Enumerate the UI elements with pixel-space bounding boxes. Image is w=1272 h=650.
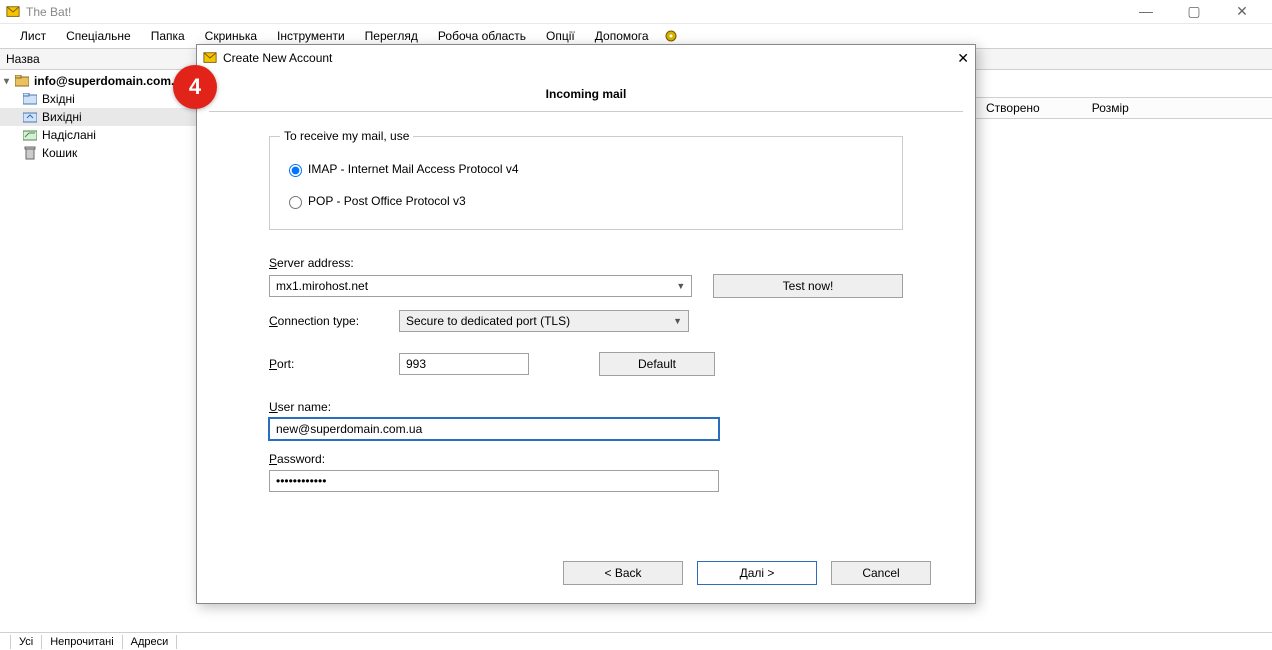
sent-icon — [22, 129, 38, 141]
menu-view[interactable]: Перегляд — [355, 26, 428, 46]
create-account-dialog: 4 Create New Account ✕ Incoming mail To … — [196, 44, 976, 604]
fieldset-legend: To receive my mail, use — [280, 129, 413, 143]
folder-inbox[interactable]: Вхідні — [0, 90, 200, 108]
menu-tools[interactable]: Інструменти — [267, 26, 355, 46]
folder-label: Вихідні — [42, 110, 82, 124]
menu-folder[interactable]: Папка — [141, 26, 195, 46]
trash-icon — [22, 146, 38, 160]
radio-imap-row[interactable]: IMAP - Internet Mail Access Protocol v4 — [284, 161, 888, 177]
menu-mailbox[interactable]: Скринька — [195, 26, 267, 46]
folder-sent[interactable]: Надіслані — [0, 126, 200, 144]
test-now-button[interactable]: Test now! — [713, 274, 903, 298]
dialog-app-icon — [203, 51, 217, 65]
chevron-down-icon: ▼ — [673, 316, 682, 326]
radio-pop-row[interactable]: POP - Post Office Protocol v3 — [284, 193, 888, 209]
gear-icon[interactable] — [663, 28, 679, 44]
folder-trash[interactable]: Кошик — [0, 144, 200, 162]
folder-outbox[interactable]: Вихідні — [0, 108, 200, 126]
password-input[interactable] — [269, 470, 719, 492]
mailbox-folder-icon — [14, 75, 30, 87]
col-created[interactable]: Створено — [980, 101, 1046, 115]
dialog-button-row: < Back Далі > Cancel — [197, 547, 975, 603]
menu-options[interactable]: Опції — [536, 26, 585, 46]
menu-special[interactable]: Спеціальне — [56, 26, 141, 46]
folder-tree: ▾ info@superdomain.com.ua Вхідні Вихідні… — [0, 70, 200, 632]
password-label: Password: — [269, 452, 325, 466]
default-port-button[interactable]: Default — [599, 352, 715, 376]
form-grid: Server address: mx1.mirohost.net ▼ Test … — [269, 256, 903, 492]
outbox-icon — [22, 111, 38, 123]
menu-help[interactable]: Допомога — [585, 26, 659, 46]
next-button[interactable]: Далі > — [697, 561, 817, 585]
port-label: Port: — [269, 357, 399, 371]
maximize-button[interactable]: ▢ — [1180, 3, 1208, 20]
dialog-titlebar: Create New Account ✕ — [197, 45, 975, 71]
close-button[interactable]: ✕ — [1228, 3, 1256, 20]
cancel-button[interactable]: Cancel — [831, 561, 931, 585]
dialog-section-title: Incoming mail — [209, 71, 963, 112]
folder-label: Кошик — [42, 146, 77, 160]
main-titlebar: The Bat! ― ▢ ✕ — [0, 0, 1272, 24]
connection-type-label: Connection type: — [269, 314, 399, 328]
protocol-fieldset: To receive my mail, use IMAP - Internet … — [269, 136, 903, 230]
account-email-label: info@superdomain.com.ua — [34, 74, 188, 88]
radio-pop[interactable] — [289, 196, 302, 209]
inbox-icon — [22, 93, 38, 105]
folder-label: Вхідні — [42, 92, 75, 106]
bottom-tabs: Усі Непрочитані Адреси — [0, 632, 1272, 650]
username-label: User name: — [269, 400, 331, 414]
window-controls: ― ▢ ✕ — [1132, 3, 1272, 20]
port-input[interactable] — [399, 353, 529, 375]
menu-list[interactable]: Лист — [10, 26, 56, 46]
tab-addresses[interactable]: Адреси — [123, 635, 178, 649]
chevron-down-icon: ▼ — [676, 281, 685, 291]
connection-type-combo[interactable]: Secure to dedicated port (TLS) ▼ — [399, 310, 689, 332]
col-size[interactable]: Розмір — [1086, 101, 1135, 115]
tab-unread[interactable]: Непрочитані — [42, 635, 122, 649]
server-address-combo[interactable]: mx1.mirohost.net ▼ — [269, 275, 692, 297]
tab-all[interactable]: Усі — [10, 635, 42, 649]
connection-type-value: Secure to dedicated port (TLS) — [406, 314, 570, 328]
server-address-value: mx1.mirohost.net — [276, 279, 368, 293]
radio-pop-label: POP - Post Office Protocol v3 — [308, 194, 466, 208]
radio-imap-label: IMAP - Internet Mail Access Protocol v4 — [308, 162, 519, 176]
radio-imap[interactable] — [289, 164, 302, 177]
folder-label: Надіслані — [42, 128, 96, 142]
server-address-label: Server address: — [269, 256, 354, 270]
menu-workspace[interactable]: Робоча область — [428, 26, 536, 46]
collapse-icon[interactable]: ▾ — [4, 76, 14, 87]
tree-header-label: Назва — [6, 52, 40, 66]
account-row[interactable]: ▾ info@superdomain.com.ua — [0, 72, 200, 90]
minimize-button[interactable]: ― — [1132, 3, 1160, 20]
dialog-body: Incoming mail To receive my mail, use IM… — [197, 71, 975, 547]
back-button[interactable]: < Back — [563, 561, 683, 585]
dialog-title: Create New Account — [223, 51, 957, 65]
app-title: The Bat! — [26, 5, 71, 19]
step-badge: 4 — [173, 65, 217, 109]
app-icon — [6, 5, 20, 19]
username-input[interactable] — [269, 418, 719, 440]
dialog-close-button[interactable]: ✕ — [957, 50, 969, 67]
